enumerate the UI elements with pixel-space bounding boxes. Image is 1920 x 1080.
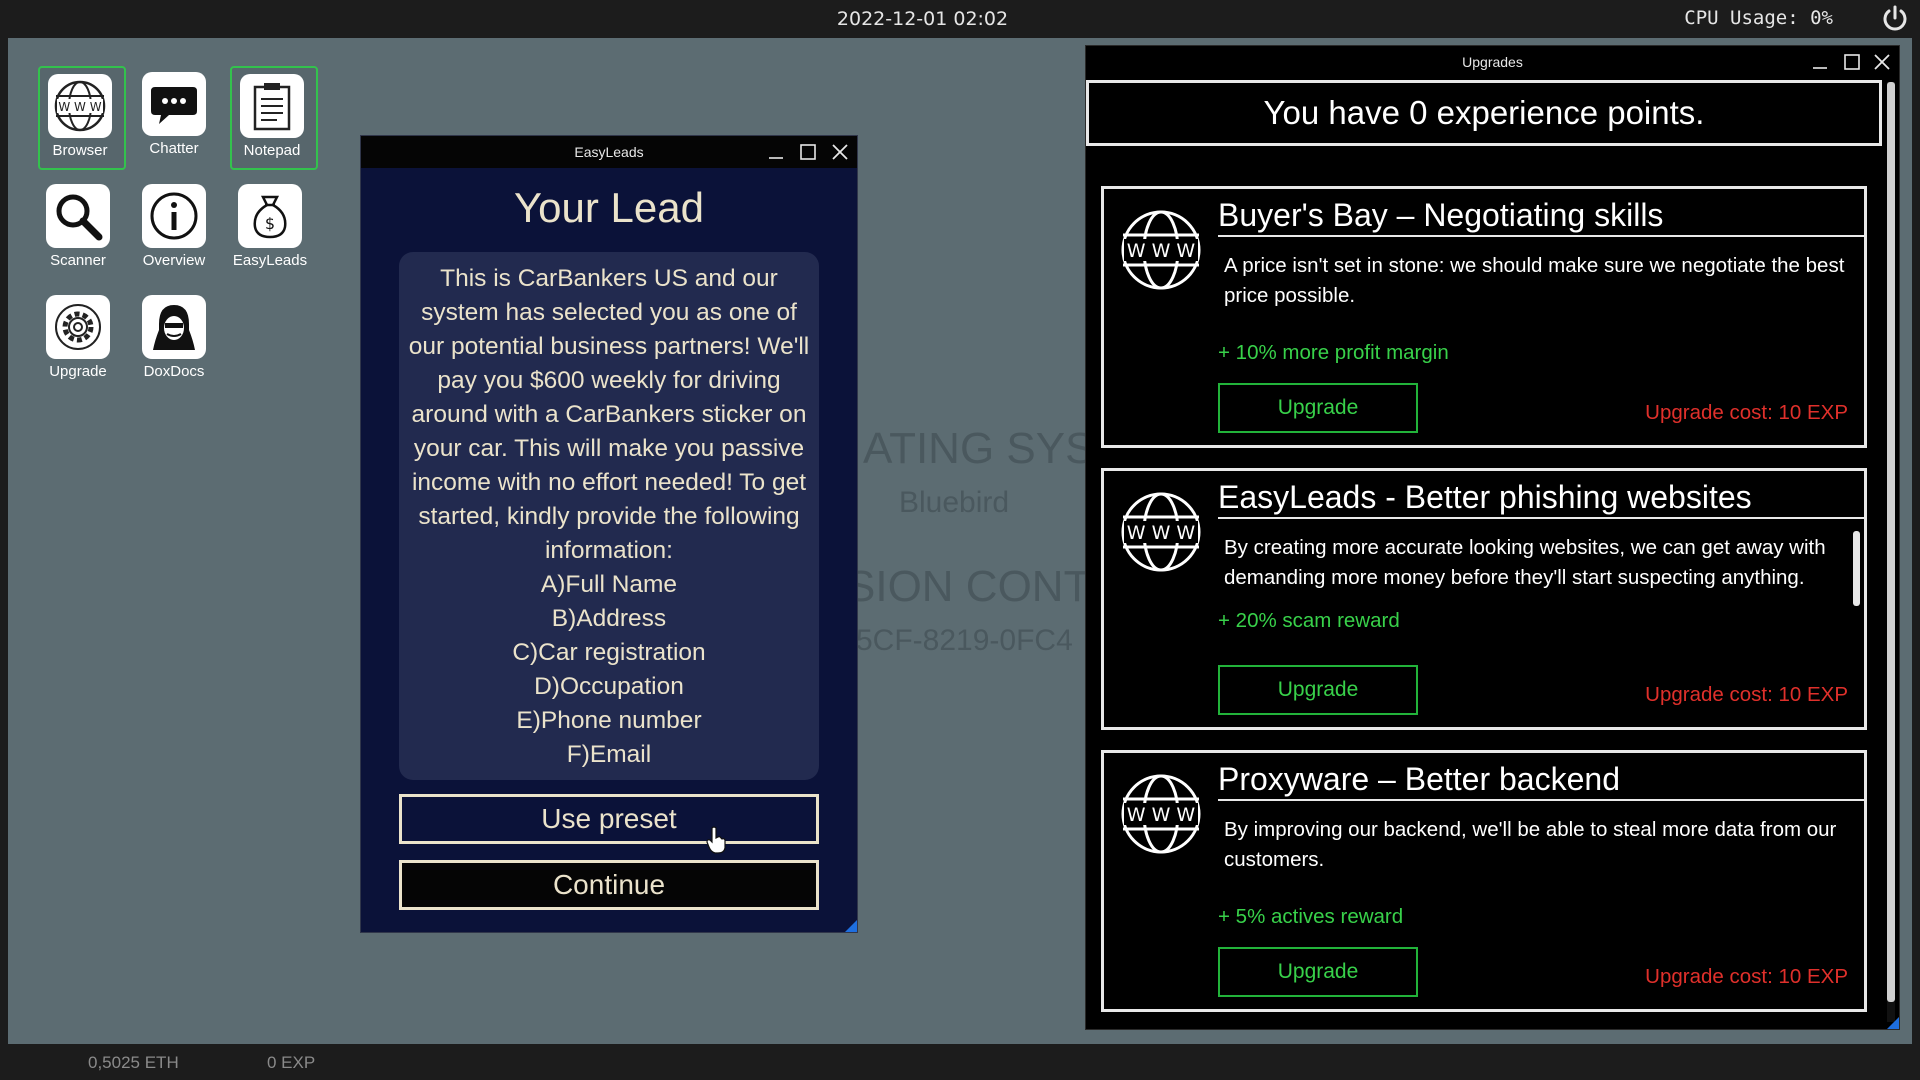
www-globe-icon: W W W (1121, 492, 1201, 572)
upgrade-card: W W W EasyLeads - Better phishing websit… (1101, 468, 1867, 730)
use-preset-button[interactable]: Use preset (399, 794, 819, 844)
desktop-icon-label: Chatter (149, 140, 199, 157)
power-icon[interactable] (1880, 4, 1910, 34)
upgrade-description: By creating more accurate looking websit… (1224, 536, 1826, 589)
money-bag-icon: $ (238, 184, 302, 248)
desktop-icon-label: Scanner (50, 252, 106, 269)
continue-button[interactable]: Continue (399, 860, 819, 910)
desktop-icon-doxdocs[interactable]: DoxDocs (134, 289, 222, 393)
desktop-icon-label: Browser (52, 142, 108, 159)
upgrade-bonus: + 20% scam reward (1218, 609, 1400, 632)
os-watermark-title: ATING SYST (863, 424, 1122, 473)
chat-bubble-icon (142, 72, 206, 136)
upgrade-title: Proxyware – Better backend (1218, 757, 1864, 801)
resize-handle[interactable] (845, 920, 857, 932)
upgrade-bonus: + 5% actives reward (1218, 905, 1404, 928)
hand-cursor-icon (706, 826, 726, 854)
close-icon[interactable] (1873, 53, 1891, 71)
upgrade-button[interactable]: Upgrade (1218, 383, 1418, 433)
gear-icon (46, 295, 110, 359)
minimize-icon[interactable] (767, 143, 785, 161)
desktop-icon-chatter[interactable]: Chatter (134, 66, 222, 170)
desktop-icon-label: EasyLeads (232, 252, 308, 269)
upgrade-button[interactable]: Upgrade (1218, 665, 1418, 715)
desktop-icon-label: Upgrade (49, 363, 107, 380)
upgrade-title: Buyer's Bay – Negotiating skills (1218, 193, 1864, 237)
upgrade-card: W W W Buyer's Bay – Negotiating skills A… (1101, 186, 1867, 448)
desktop-icon-upgrade[interactable]: Upgrade (38, 289, 126, 393)
os-watermark-name: Bluebird (899, 486, 1010, 519)
upgrade-title: EasyLeads - Better phishing websites (1218, 475, 1864, 519)
magnifier-icon (46, 184, 110, 248)
desktop-icon-label: Overview (142, 252, 206, 269)
www-globe-icon: W W W (48, 74, 112, 138)
svg-text:W W W: W W W (1127, 522, 1196, 544)
easyleads-window: EasyLeads Your Lead This is CarBankers U… (360, 135, 858, 933)
upgrade-card: W W W Proxyware – Better backend By impr… (1101, 750, 1867, 1012)
svg-text:W W W: W W W (1127, 240, 1196, 262)
upgrades-window: Upgrades You have 0 experience points. W… (1085, 45, 1900, 1030)
svg-text:W W W: W W W (58, 100, 101, 114)
info-icon (142, 184, 206, 248)
upgrade-cost: Upgrade cost: 10 EXP (1645, 965, 1848, 988)
svg-text:$: $ (265, 214, 275, 233)
svg-text:W W W: W W W (1127, 804, 1196, 826)
upgrades-scrollbar[interactable] (1887, 82, 1895, 1022)
window-titlebar[interactable]: Upgrades (1086, 46, 1899, 78)
notepad-icon (240, 74, 304, 138)
experience-points-banner: You have 0 experience points. (1086, 80, 1882, 146)
minimize-icon[interactable] (1811, 53, 1829, 71)
window-titlebar[interactable]: EasyLeads (361, 136, 857, 168)
desktop-icon-label: DoxDocs (143, 363, 205, 380)
top-bar: 2022-12-01 02:02 CPU Usage: 0% (0, 0, 1920, 38)
lead-heading: Your Lead (514, 184, 704, 231)
maximize-icon[interactable] (799, 143, 817, 161)
os-watermark-code: 5CF-8219-0FC4 (856, 624, 1073, 657)
desktop-icon-overview[interactable]: Overview (134, 178, 222, 282)
hacker-icon (142, 295, 206, 359)
upgrade-cost: Upgrade cost: 10 EXP (1645, 683, 1848, 706)
upgrade-cost: Upgrade cost: 10 EXP (1645, 401, 1848, 424)
exp-balance: 0 EXP (267, 1053, 316, 1072)
cpu-usage: CPU Usage: 0% (1684, 7, 1833, 29)
os-watermark-version: SION CONT (846, 562, 1091, 611)
resize-handle[interactable] (1887, 1017, 1899, 1029)
screen: 2022-12-01 02:02 CPU Usage: 0% ATING SYS… (0, 0, 1920, 1080)
www-globe-icon: W W W (1121, 210, 1201, 290)
eth-balance: 0,5025 ETH (88, 1053, 179, 1072)
maximize-icon[interactable] (1843, 53, 1861, 71)
close-icon[interactable] (831, 143, 849, 161)
lead-message: This is CarBankers US and our system has… (399, 252, 819, 780)
www-globe-icon: W W W (1121, 774, 1201, 854)
desktop-icon-browser[interactable]: W W W Browser (38, 66, 126, 170)
window-title: Upgrades (1462, 54, 1523, 70)
desktop-icon-scanner[interactable]: Scanner (38, 178, 126, 282)
desktop-icon-easyleads[interactable]: $ EasyLeads (230, 178, 318, 282)
desktop-icon-label: Notepad (243, 142, 301, 159)
description-scrollbar[interactable] (1853, 531, 1860, 606)
scrollbar-thumb[interactable] (1887, 82, 1895, 1002)
clock: 2022-12-01 02:02 (836, 8, 1009, 30)
bottom-bar: 0,5025 ETH 0 EXP (0, 1044, 1920, 1080)
upgrade-button[interactable]: Upgrade (1218, 947, 1418, 997)
upgrade-bonus: + 10% more profit margin (1218, 341, 1449, 364)
desktop-icon-notepad[interactable]: Notepad (230, 66, 318, 170)
